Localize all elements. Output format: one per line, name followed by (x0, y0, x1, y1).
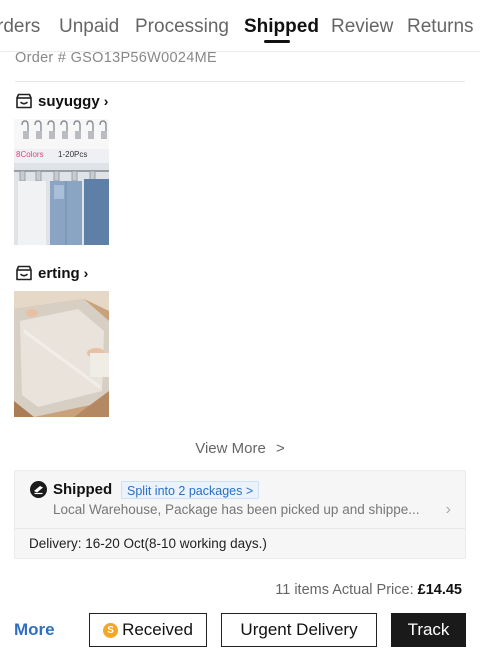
store-name: erting (38, 264, 80, 282)
product-image-caption: 1-20Pcs (58, 150, 87, 159)
view-more-link[interactable]: View More > (0, 440, 480, 457)
order-number: Order # GSO13P56W0024ME (15, 50, 217, 66)
chevron-right-icon: > (276, 440, 285, 457)
store-link-suyuggy[interactable]: suyuggy › (15, 91, 108, 111)
chevron-right-icon: › (83, 265, 89, 281)
more-button[interactable]: More (14, 613, 64, 647)
shipment-status-card[interactable]: Shipped Split into 2 packages > Local Wa… (14, 470, 466, 559)
store-name: suyuggy (38, 92, 100, 110)
urgent-delivery-button[interactable]: Urgent Delivery (221, 613, 377, 647)
product-image (14, 291, 109, 417)
view-more-label: View More (195, 440, 266, 457)
order-summary: 11 items Actual Price: £14.45 (275, 582, 462, 598)
tab-returns[interactable]: Returns (407, 16, 474, 38)
divider (15, 528, 465, 529)
shipment-status-title: Shipped (53, 481, 113, 498)
tab-review[interactable]: Review (331, 16, 393, 38)
tab-active-indicator (264, 40, 290, 43)
store-link-erting[interactable]: erting › (15, 263, 88, 283)
coin-icon: S (103, 622, 119, 638)
order-status-tabs: rders Unpaid Processing Shipped Review R… (0, 0, 480, 52)
tab-processing[interactable]: Processing (135, 16, 229, 38)
items-count-label: 11 items Actual Price: (275, 582, 414, 598)
product-image: 8Colors 1-20Pcs (14, 119, 109, 245)
track-button[interactable]: Track (391, 613, 466, 647)
tab-unpaid[interactable]: Unpaid (59, 16, 119, 38)
delivery-estimate: Delivery: 16-20 Oct(8-10 working days.) (29, 536, 267, 551)
divider (15, 81, 465, 82)
split-packages-badge[interactable]: Split into 2 packages > (121, 481, 260, 499)
product-thumbnail-clips[interactable]: 8Colors 1-20Pcs (14, 119, 109, 245)
shipment-status-description: Local Warehouse, Package has been picked… (53, 502, 420, 517)
store-icon (16, 93, 32, 109)
received-button-label: Received (122, 620, 193, 639)
tab-shipped[interactable]: Shipped (244, 16, 319, 38)
actual-price: £14.45 (417, 582, 462, 598)
received-button[interactable]: S Received (89, 613, 207, 647)
product-thumbnail-drawer-liner[interactable] (14, 291, 109, 417)
store-icon (16, 265, 32, 281)
chevron-right-icon: › (103, 93, 109, 109)
tab-all-orders[interactable]: rders (0, 16, 40, 38)
chevron-right-icon[interactable]: › (446, 501, 451, 519)
product-image-caption: 8Colors (16, 150, 44, 159)
shipping-truck-icon (30, 481, 47, 498)
